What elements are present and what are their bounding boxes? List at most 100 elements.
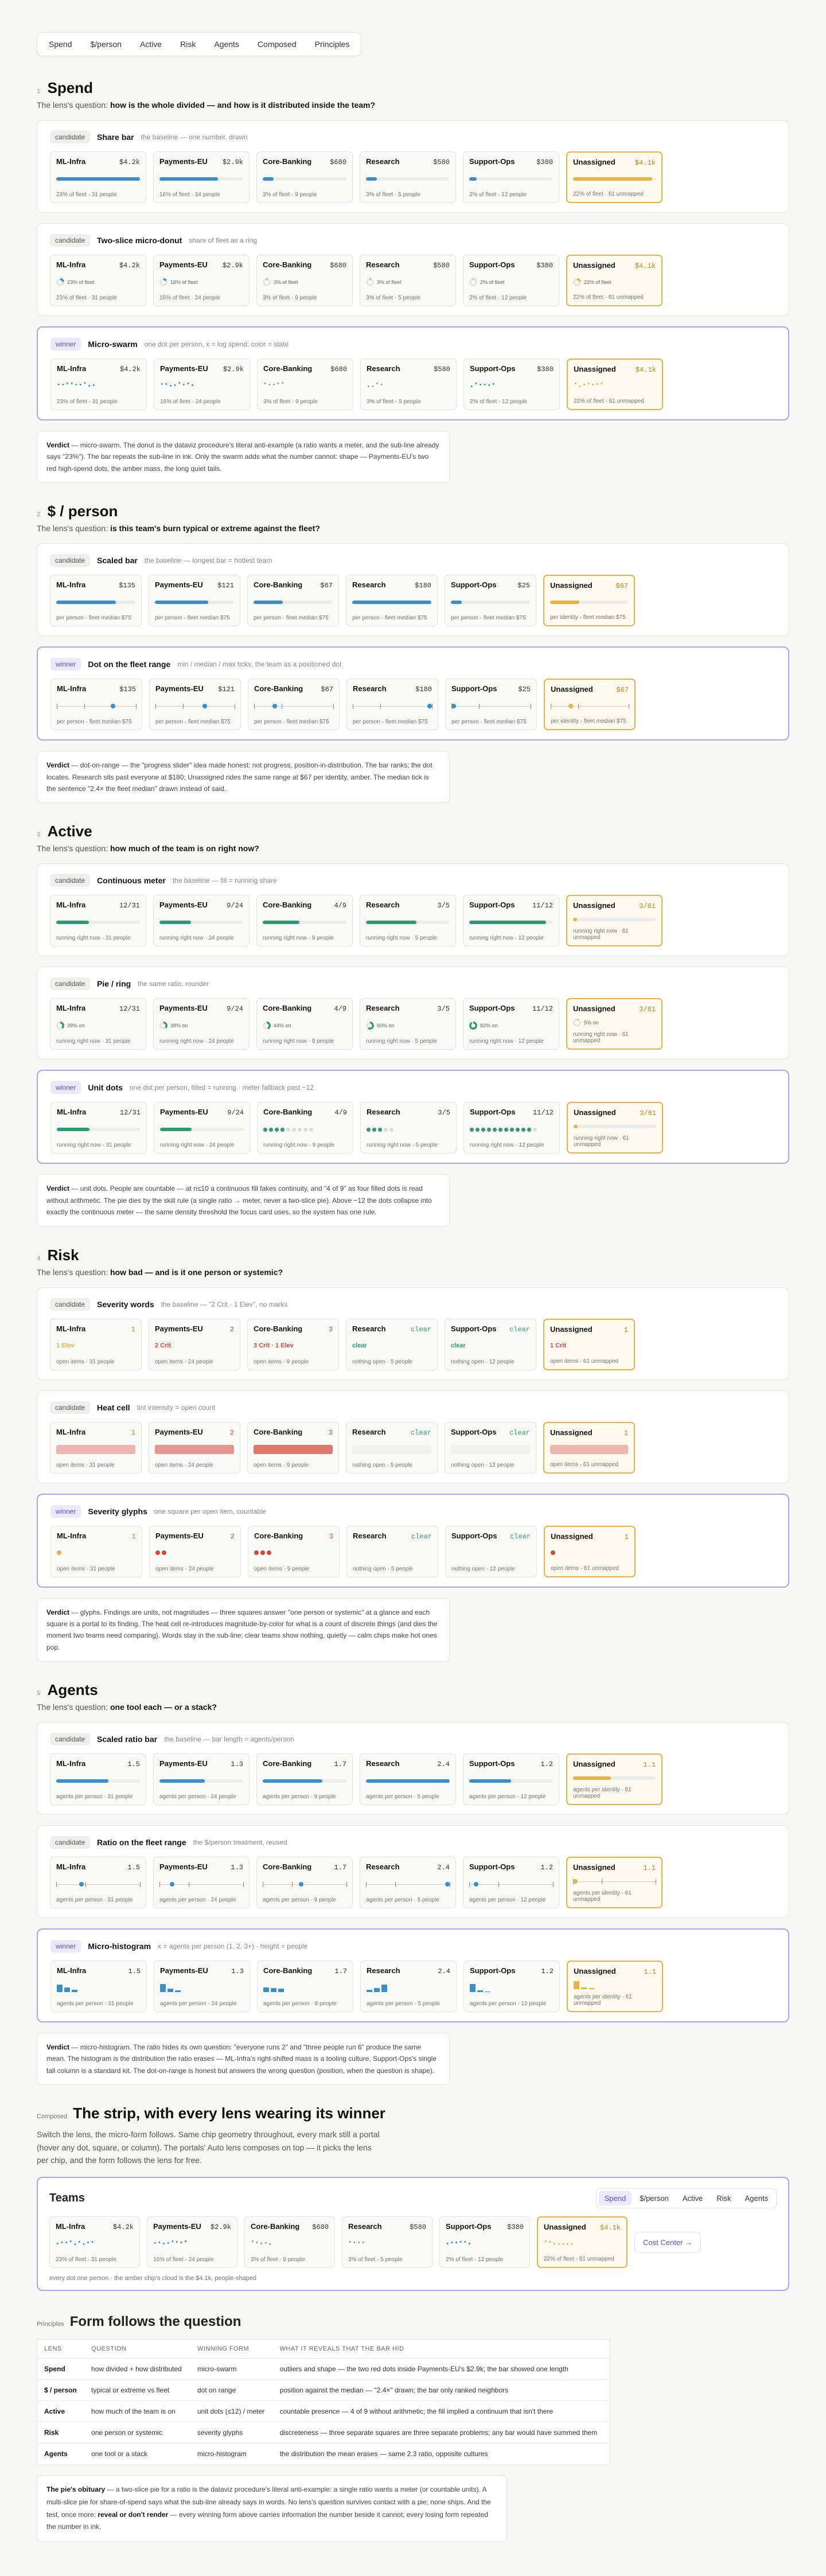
- team-chip[interactable]: Unassigned 3/61 running right now · 61 unm…: [566, 895, 663, 947]
- swarm-dots[interactable]: ••••••••: [160, 382, 244, 390]
- tab-risk[interactable]: Risk: [711, 2191, 737, 2205]
- finding-glyph[interactable]: [260, 1550, 265, 1555]
- range-dot[interactable]: [79, 1882, 84, 1887]
- team-chip[interactable]: ML-Infra 12/31 running right now · 31 peop…: [50, 1102, 147, 1154]
- finding-glyph[interactable]: [155, 1550, 160, 1555]
- team-chip[interactable]: Core-Banking 3 3 Crit · 1 Elev open items ·…: [247, 1318, 339, 1370]
- team-chip[interactable]: Support-Ops $25 per person · fleet median …: [445, 575, 536, 627]
- histogram-column[interactable]: [581, 1987, 587, 1989]
- range-dot[interactable]: [427, 704, 432, 709]
- team-chip[interactable]: ML-Infra $4.2k ••••••••• 23% of fleet · 31 …: [49, 2216, 140, 2269]
- cost-center-link[interactable]: Cost Center →: [634, 2231, 701, 2253]
- range-dot[interactable]: [573, 1879, 578, 1884]
- team-chip[interactable]: ML-Infra 1 open items · 31 people: [50, 1421, 142, 1474]
- unit-dots[interactable]: [263, 1127, 347, 1132]
- finding-glyph[interactable]: [267, 1550, 271, 1555]
- team-chip[interactable]: Support-Ops $380 2% of fleet · 12 people: [463, 151, 559, 203]
- team-chip[interactable]: Research clear nothing open · 5 people: [346, 1525, 438, 1577]
- range-dot[interactable]: [110, 704, 115, 709]
- histogram-column[interactable]: [72, 1989, 77, 1993]
- nav-item-active[interactable]: Active: [132, 36, 170, 52]
- team-chip[interactable]: Payments-EU 1.3 agents per person · 24 peo…: [153, 1857, 250, 1909]
- team-chip[interactable]: ML-Infra $135 per person · fleet median $7…: [50, 679, 142, 731]
- team-chip[interactable]: Research 3/5 running right now · 5 people: [360, 895, 456, 947]
- fleet-range[interactable]: [451, 702, 531, 710]
- swarm-dots[interactable]: ••••: [348, 2240, 426, 2248]
- team-chip[interactable]: Payments-EU 2 open items · 24 people: [149, 1421, 240, 1474]
- fleet-range[interactable]: [56, 1880, 141, 1888]
- tab-agents[interactable]: Agents: [739, 2191, 774, 2205]
- team-chip[interactable]: Core-Banking 4/9 running right now · 9 peo…: [257, 1102, 353, 1154]
- fleet-range[interactable]: [57, 702, 137, 710]
- team-chip[interactable]: Unassigned $4.1k 22% of fleet 22% of fleet …: [566, 255, 663, 306]
- histogram-column[interactable]: [374, 1988, 380, 1993]
- team-chip[interactable]: ML-Infra $4.2k 23% of fleet 23% of fleet · …: [50, 255, 146, 306]
- team-chip[interactable]: Research 2.4 agents per person · 5 people: [360, 1857, 456, 1909]
- team-chip[interactable]: Core-Banking 1.7 agents per person · 9 peo…: [256, 1857, 353, 1909]
- team-chip[interactable]: Unassigned 1.1 agents per identity · 61 un…: [566, 1753, 663, 1806]
- team-chip[interactable]: ML-Infra $4.2k 23% of fleet · 31 people: [50, 151, 146, 203]
- team-chip[interactable]: Payments-EU 2 open items · 24 people: [149, 1525, 241, 1577]
- swarm-dots[interactable]: ••••: [367, 382, 450, 390]
- tab-person[interactable]: $/person: [634, 2191, 675, 2205]
- micro-histogram[interactable]: [367, 1984, 450, 1993]
- range-dot[interactable]: [568, 704, 574, 709]
- team-chip[interactable]: Unassigned $4.1k ••••••• 22% of fleet · 61 …: [537, 2216, 628, 2269]
- swarm-dots[interactable]: •••••••: [544, 2240, 621, 2248]
- team-chip[interactable]: Unassigned 3/61 running right now · 61 unm…: [567, 1102, 663, 1154]
- swarm-dots[interactable]: ••••••: [470, 382, 554, 390]
- severity-glyphs[interactable]: [254, 1550, 333, 1556]
- team-chip[interactable]: Unassigned $4.1k 22% of fleet · 61 unmappe…: [566, 151, 663, 203]
- range-dot[interactable]: [272, 704, 277, 709]
- swarm-dots[interactable]: •••••••: [574, 382, 656, 390]
- team-chip[interactable]: Payments-EU $121 per person · fleet median…: [149, 575, 240, 627]
- team-chip[interactable]: Support-Ops clear nothing open · 12 people: [445, 1421, 536, 1474]
- range-dot[interactable]: [473, 1882, 478, 1887]
- histogram-column[interactable]: [367, 1989, 372, 1993]
- swarm-dots[interactable]: •••••••••: [57, 382, 141, 390]
- team-chip[interactable]: Support-Ops 1.2 agents per person · 12 peo…: [463, 1753, 559, 1806]
- histogram-column[interactable]: [271, 1988, 276, 1993]
- range-dot[interactable]: [202, 704, 207, 709]
- finding-glyph[interactable]: [551, 1550, 555, 1555]
- finding-glyph[interactable]: [57, 1550, 61, 1555]
- nav-item-risk[interactable]: Risk: [172, 36, 204, 52]
- team-chip[interactable]: Core-Banking 1.7 agents per person · 9 peo…: [257, 1961, 353, 2013]
- unit-dots[interactable]: [367, 1127, 450, 1132]
- team-chip[interactable]: Core-Banking 3 open items · 9 people: [248, 1525, 340, 1577]
- team-chip[interactable]: Unassigned $4.1k ••••••• 22% of fleet · 61 …: [567, 358, 663, 410]
- micro-histogram[interactable]: [263, 1984, 347, 1993]
- team-chip[interactable]: Research 2.4 agents per person · 5 people: [360, 1753, 456, 1806]
- team-chip[interactable]: Payments-EU 1.3 agents per person · 24 peo…: [154, 1961, 250, 2013]
- meter-fallback[interactable]: [574, 1124, 656, 1128]
- team-chip[interactable]: Core-Banking $67 per person · fleet median…: [248, 679, 340, 731]
- team-chip[interactable]: Payments-EU 9/24 running right now · 24 pe…: [153, 895, 250, 947]
- histogram-column[interactable]: [470, 1984, 476, 1993]
- team-chip[interactable]: Core-Banking 3 open items · 9 people: [247, 1421, 339, 1474]
- team-chip[interactable]: Research 3/5 running right now · 5 people: [360, 1102, 457, 1154]
- histogram-column[interactable]: [167, 1989, 173, 1993]
- team-chip[interactable]: Core-Banking $680 ••••• 3% of fleet · 9 peo…: [244, 2216, 335, 2269]
- severity-glyphs[interactable]: [451, 1550, 531, 1556]
- range-dot[interactable]: [299, 1882, 304, 1887]
- team-chip[interactable]: Payments-EU $2.9k 16% of fleet · 24 people: [153, 151, 250, 203]
- fleet-range[interactable]: [551, 702, 629, 710]
- team-chip[interactable]: Support-Ops 11/12 running right now · 12 p…: [463, 895, 559, 947]
- fleet-range[interactable]: [366, 1880, 450, 1888]
- team-chip[interactable]: ML-Infra 1.5 agents per person · 31 people: [50, 1961, 147, 2013]
- histogram-column[interactable]: [574, 1981, 579, 1989]
- team-chip[interactable]: Support-Ops $380 2% of fleet 2% of fleet · …: [463, 255, 559, 306]
- team-chip[interactable]: ML-Infra 12/31 39% on running right now · 3…: [50, 998, 146, 1050]
- team-chip[interactable]: Core-Banking 4/9 running right now · 9 peo…: [256, 895, 353, 947]
- team-chip[interactable]: ML-Infra $135 per person · fleet median $7…: [50, 575, 142, 627]
- team-chip[interactable]: Research clear nothing open · 5 people: [346, 1421, 438, 1474]
- severity-glyphs[interactable]: [155, 1550, 235, 1556]
- micro-histogram[interactable]: [574, 1981, 656, 1989]
- swarm-dots[interactable]: ••••••••: [153, 2240, 231, 2248]
- team-chip[interactable]: ML-Infra 1 1 Elev open items · 31 people: [50, 1318, 142, 1370]
- heat-cell[interactable]: [451, 1444, 530, 1454]
- fleet-range[interactable]: [353, 702, 433, 710]
- team-chip[interactable]: ML-Infra 1.5 agents per person · 31 people: [50, 1857, 146, 1909]
- histogram-column[interactable]: [57, 1985, 63, 1993]
- nav-item-person[interactable]: $/person: [82, 36, 129, 52]
